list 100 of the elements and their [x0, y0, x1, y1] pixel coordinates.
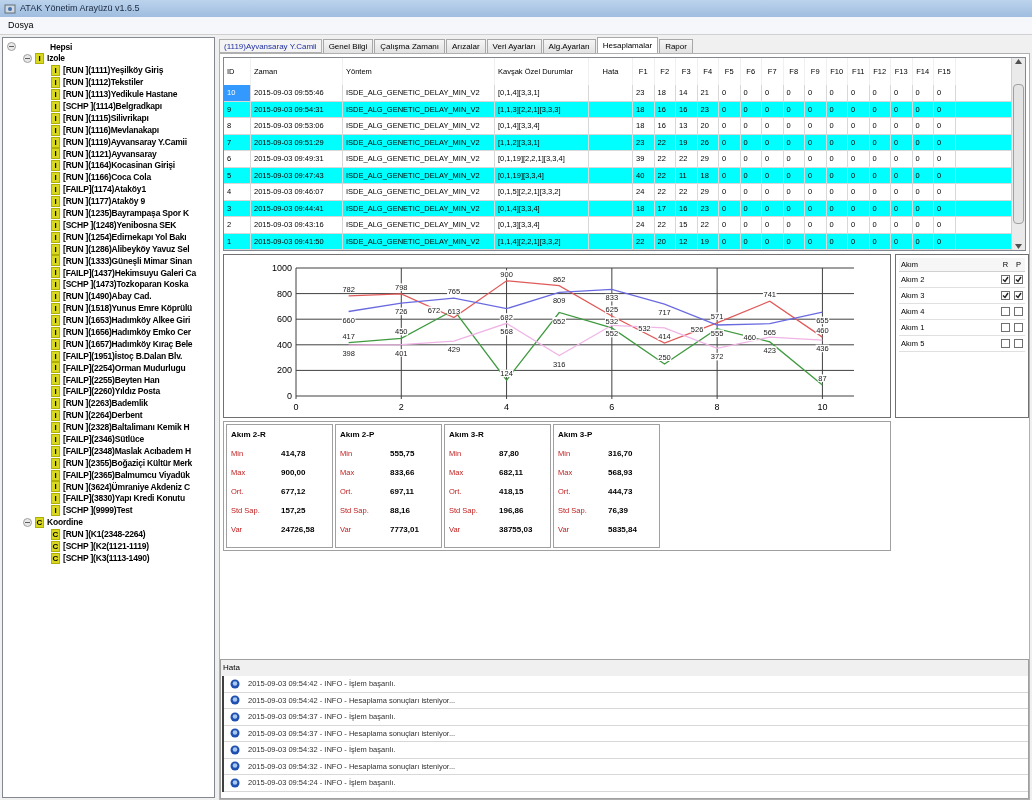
- tree-item[interactable]: [FAILP](1951)İstoç B.Dalan Blv.: [63, 349, 183, 363]
- stat-value: 7773,01: [390, 524, 419, 536]
- scroll-down-icon[interactable]: [1015, 244, 1022, 249]
- checkbox[interactable]: [1001, 339, 1010, 348]
- tree-item[interactable]: [RUN ](2328)Baltalimanı Kemik H: [63, 421, 190, 434]
- x-tick-label: 8: [714, 402, 720, 412]
- scroll-up-icon[interactable]: [1015, 59, 1022, 64]
- tree-item[interactable]: Koordine: [47, 516, 83, 529]
- tree-item[interactable]: [RUN ](2263)Bademlik: [63, 397, 148, 411]
- checkbox[interactable]: [1014, 339, 1023, 348]
- tree-item[interactable]: [RUN ](2355)Boğaziçi Kültür Merk: [63, 456, 193, 470]
- tab[interactable]: Arızalar: [446, 39, 486, 53]
- tree-item[interactable]: [RUN ](K1(2348-2264): [63, 528, 146, 541]
- node-badge-icon: I: [51, 243, 60, 255]
- checkbox[interactable]: [1001, 307, 1010, 316]
- tree-item[interactable]: [RUN ](1166)Coca Cola: [63, 171, 151, 185]
- stat-value: 682,11: [499, 467, 524, 479]
- checkbox[interactable]: [1014, 323, 1023, 332]
- tree-item[interactable]: [SCHP ](1114)Belgradkapı: [63, 100, 162, 113]
- tree-item[interactable]: [RUN ](1490)Abay Cad.: [63, 290, 152, 304]
- tree-item[interactable]: [FAILP](1174)Ataköy1: [63, 183, 146, 196]
- tree-item[interactable]: [FAILP](2260)Yıldız Posta: [63, 385, 161, 399]
- checkbox[interactable]: [1014, 275, 1023, 284]
- node-badge-icon: I: [51, 100, 60, 112]
- checkbox[interactable]: [1014, 307, 1023, 316]
- tree-item[interactable]: [RUN ](1111)Yeşilköy Giriş: [63, 64, 164, 78]
- collapse-icon[interactable]: [23, 54, 32, 64]
- tab[interactable]: Genel Bilgi: [322, 39, 374, 53]
- checkbox[interactable]: [1001, 275, 1010, 284]
- scroll-thumb[interactable]: [1013, 84, 1024, 224]
- tree-item[interactable]: [RUN ](1657)Hadımköy Kıraç Bele: [63, 337, 193, 351]
- node-badge-icon: I: [51, 160, 60, 172]
- checkbox[interactable]: [1001, 291, 1010, 300]
- tree-item[interactable]: [FAILP](2255)Beyten Han: [63, 373, 160, 387]
- tree-item[interactable]: [RUN ](1115)Silivrikapı: [63, 111, 149, 125]
- tree-item[interactable]: [RUN ](1113)Yedikule Hastane: [63, 88, 178, 101]
- tree-item[interactable]: [SCHP ](1473)Tozkoparan Koska: [63, 278, 189, 292]
- tree-item[interactable]: [SCHP ](K2(1121-1119): [63, 540, 149, 553]
- tree-item[interactable]: [RUN ](1112)Tekstiler: [63, 76, 144, 89]
- node-badge-icon: I: [51, 481, 60, 493]
- stat-value: 88,16: [390, 505, 411, 517]
- node-badge-icon: I: [51, 457, 60, 469]
- node-badge-icon: C: [51, 528, 60, 540]
- stat-value: 414,78: [281, 448, 306, 460]
- tree-item[interactable]: [RUN ](1333)Güneşli Mimar Sinan: [63, 254, 192, 268]
- tree-item[interactable]: [SCHP ](1248)Yenibosna SEK: [63, 218, 177, 232]
- tree-item[interactable]: [RUN ](1518)Yunus Emre Köprülü: [63, 302, 193, 315]
- tree-item[interactable]: [RUN ](1653)Hadımköy Alkee Giri: [63, 314, 191, 327]
- menu-item[interactable]: Dosya: [8, 18, 34, 33]
- y-tick-label: 1000: [271, 263, 292, 273]
- collapse-icon[interactable]: [7, 42, 16, 52]
- tree-item[interactable]: [RUN ](3624)Ümraniye Akdeniz C: [63, 480, 190, 494]
- node-badge-icon: I: [51, 410, 60, 422]
- checkbox[interactable]: [1014, 291, 1023, 300]
- tree-item[interactable]: [FAILP](3830)Yapı Kredi Konutu: [63, 492, 185, 506]
- tree-item[interactable]: Izole: [47, 52, 65, 66]
- node-badge-icon: I: [51, 362, 60, 374]
- node-badge-icon: I: [51, 219, 60, 231]
- node-badge-icon: I: [51, 267, 60, 279]
- node-badge-icon: I: [51, 386, 60, 398]
- node-badge-icon: I: [51, 196, 60, 207]
- node-badge-icon: I: [51, 279, 60, 291]
- node-badge-icon: I: [51, 398, 60, 410]
- tree-item[interactable]: [RUN ](1254)Edirnekapı Yol Bakı: [63, 230, 187, 244]
- tree-item[interactable]: [RUN ](1119)Ayvansaray Y.Camii: [63, 135, 187, 149]
- tree-item[interactable]: [RUN ](1116)Mevlanakapı: [63, 123, 160, 137]
- stat-value: 833,66: [390, 467, 415, 479]
- node-badge-icon: I: [51, 124, 60, 136]
- tree-item[interactable]: [RUN ](2264)Derbent: [63, 409, 143, 422]
- tab[interactable]: Veri Ayarları: [486, 39, 542, 53]
- tree-item[interactable]: [SCHP ](K3(1113-1490): [63, 551, 150, 565]
- tab[interactable]: Hesaplamalar: [596, 37, 659, 53]
- tree-item[interactable]: [FAILP](2254)Orman Mudurlugu: [63, 361, 186, 375]
- tree-item[interactable]: [RUN ](1121)Ayvansaray: [63, 147, 157, 161]
- tree-item[interactable]: [FAILP](2365)Balmumcu Viyadük: [63, 468, 190, 482]
- stat-value: 316,70: [608, 448, 633, 460]
- tree-item[interactable]: Hepsi: [50, 40, 73, 54]
- x-tick-label: 2: [398, 402, 404, 412]
- tree-item[interactable]: [RUN ](1164)Kocasinan Girişi: [63, 159, 176, 173]
- collapse-icon[interactable]: [23, 518, 32, 528]
- node-badge-icon: I: [51, 136, 60, 148]
- tree-item[interactable]: [FAILP](1437)Hekimsuyu Galeri Ca: [63, 266, 196, 280]
- tree-item[interactable]: [RUN ](1235)Bayrampaşa Spor K: [63, 207, 189, 220]
- tree-item[interactable]: [FAILP](2346)Sütlüce: [63, 432, 145, 446]
- tree-item[interactable]: [FAILP](2348)Maslak Acıbadem H: [63, 444, 191, 458]
- stat-value: 24726,58: [281, 524, 315, 536]
- checkbox[interactable]: [1001, 323, 1010, 332]
- tree-item[interactable]: [RUN ](1177)Ataköy 9: [63, 195, 145, 208]
- tab[interactable]: Rapor: [659, 39, 693, 53]
- tree-item[interactable]: [RUN ](1656)Hadımköy Emko Cer: [63, 325, 191, 339]
- tree-item[interactable]: [RUN ](1286)Alibeyköy Yavuz Sel: [63, 242, 190, 256]
- x-tick-label: 6: [609, 402, 615, 412]
- tab[interactable]: Alg.Ayarları: [542, 39, 596, 53]
- node-badge-icon: C: [51, 552, 60, 564]
- info-icon: [230, 744, 240, 755]
- x-tick-label: 10: [817, 402, 828, 412]
- node-badge-icon: I: [51, 77, 60, 89]
- tree-item[interactable]: [SCHP ](9999)Test: [63, 504, 133, 518]
- scrollbar[interactable]: [1011, 58, 1025, 250]
- tab[interactable]: Çalışma Zamanı: [374, 39, 445, 53]
